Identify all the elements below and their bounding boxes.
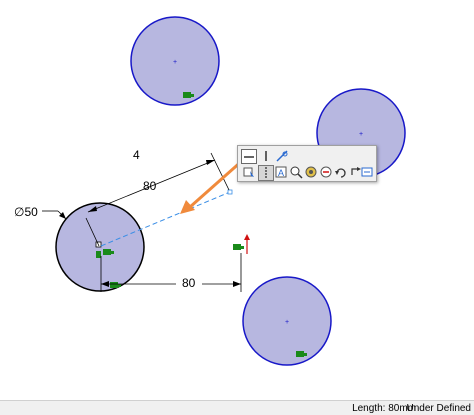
svg-text:+: + bbox=[285, 319, 289, 326]
smart-dimension-icon[interactable] bbox=[361, 165, 375, 179]
svg-text:+: + bbox=[173, 59, 177, 66]
horizontal-icon[interactable] bbox=[241, 149, 257, 164]
sketch-canvas[interactable]: + + + 80 80 ∅50 4 bbox=[0, 0, 474, 400]
view-icon[interactable] bbox=[304, 165, 318, 179]
svg-text:A: A bbox=[278, 168, 284, 178]
dimension-diameter[interactable]: ∅50 bbox=[14, 205, 67, 220]
text-icon[interactable]: A bbox=[274, 165, 288, 179]
sketch-circle-selected[interactable] bbox=[55, 202, 145, 292]
context-toolbar: A bbox=[237, 145, 377, 182]
make-fix-icon[interactable] bbox=[275, 149, 289, 163]
origin-icon[interactable] bbox=[233, 234, 250, 254]
construction-geometry-icon[interactable] bbox=[258, 165, 274, 181]
undo-icon[interactable] bbox=[334, 165, 348, 179]
line-endpoint[interactable] bbox=[227, 189, 233, 195]
dimension-diameter-label: ∅50 bbox=[14, 205, 38, 219]
svg-text:+: + bbox=[359, 131, 363, 138]
callout-arrow bbox=[180, 158, 244, 214]
dimension-angled-label: 80 bbox=[143, 179, 157, 193]
vertical-icon[interactable] bbox=[259, 149, 273, 163]
status-bar: Length: 80mm Under Defined bbox=[0, 400, 474, 415]
dimension-horizontal-label: 80 bbox=[182, 276, 196, 290]
sketch-circle-bottom-right[interactable]: + bbox=[242, 276, 332, 366]
sketch-circle-top[interactable]: + bbox=[130, 16, 220, 106]
zoom-to-selection-icon[interactable] bbox=[289, 165, 303, 179]
dimension-count-label: 4 bbox=[133, 148, 140, 162]
relations-icon[interactable] bbox=[319, 165, 333, 179]
status-sketch-state: Under Defined bbox=[406, 403, 471, 414]
select-other-icon[interactable] bbox=[242, 165, 256, 179]
